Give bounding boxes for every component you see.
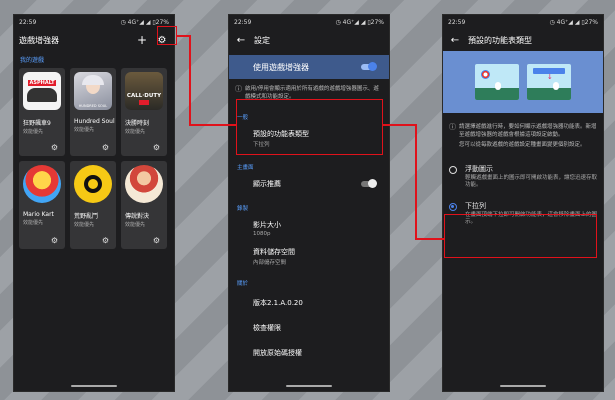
show-recommend-label: 顯示推薦 (253, 180, 281, 188)
connector-line (189, 35, 191, 125)
game-settings-gear-icon[interactable]: ⚙ (50, 236, 59, 245)
show-recommend-item[interactable]: 顯示推薦 (229, 174, 389, 194)
game-name: 狂野飆車9 (23, 120, 51, 127)
nav-gesture-bar[interactable] (286, 385, 332, 387)
game-mode: 效能優先 (74, 222, 95, 228)
brawl-stars-logo (74, 165, 112, 203)
highlight-general-section (236, 99, 383, 155)
hundred-soul-logo: HUNDRED SOUL (74, 72, 112, 110)
asphalt-logo-text: ASPHALT (27, 80, 57, 86)
status-bar: 22:59 ◷ 4G⁺◢ ◢ ▯27% (14, 15, 174, 29)
games-grid: ASPHALT 狂野飆車9 效能優先 ⚙ HUNDRED SOUL Hundre… (14, 68, 174, 249)
phone-settings: 22:59 ◷ 4G⁺◢ ◢ ▯27% ← 設定 使用遊戲增強器 ⓘ 啟用/停用會… (228, 14, 390, 392)
status-time: 22:59 (19, 18, 37, 26)
connector-line (189, 124, 237, 126)
app-header: 遊戲增強器 + ⚙ (14, 29, 174, 51)
game-settings-gear-icon[interactable]: ⚙ (152, 236, 161, 245)
game-name: 荒野亂鬥 (74, 213, 99, 220)
version-item[interactable]: 版本2.1.A.0.20 (229, 290, 389, 318)
drop-down-bar-radio[interactable] (449, 203, 457, 211)
storage-label: 資料儲存空間 (253, 248, 295, 256)
nav-gesture-bar[interactable] (500, 385, 546, 387)
add-icon[interactable]: + (135, 33, 149, 47)
connector-line (176, 35, 190, 37)
floating-icon-radio[interactable] (449, 166, 457, 174)
game-card-arena-of-valor[interactable]: 傳說對決 效能優先 ⚙ (121, 161, 167, 249)
video-size-label: 影片大小 (253, 221, 281, 229)
page-title: 遊戲增強器 (19, 35, 59, 45)
enhancer-switch[interactable] (361, 62, 377, 71)
game-mode: 效能優先 (23, 220, 44, 226)
call-of-duty-logo-text: CALL·DUTY (126, 93, 162, 99)
enhancer-toggle-row[interactable]: 使用遊戲增強器 (229, 55, 389, 79)
page-title: 預設的功能表類型 (468, 35, 532, 45)
game-mode: 效能優先 (74, 127, 95, 133)
game-settings-gear-icon[interactable]: ⚙ (152, 143, 161, 152)
category-record: 錄製 (237, 206, 249, 212)
category-about: 關於 (237, 281, 249, 287)
drop-down-bar-illustration: ↓ (527, 64, 571, 100)
game-card-hundred-soul[interactable]: HUNDRED SOUL Hundred Soul 效能優先 ⚙ (70, 68, 116, 156)
status-time: 22:59 (234, 18, 252, 26)
enhancer-toggle-label: 使用遊戲增強器 (253, 62, 309, 72)
info-icon: ⓘ (449, 123, 456, 131)
nav-gesture-bar[interactable] (71, 385, 117, 387)
connector-line (415, 238, 445, 240)
status-icons: ◷ 4G⁺◢ ◢ ▯27% (335, 18, 384, 26)
floating-icon-label: 浮動圖示 (465, 165, 493, 173)
game-name: Hundred Soul (74, 118, 115, 125)
game-settings-gear-icon[interactable]: ⚙ (50, 143, 59, 152)
info-block: ⓘ 請選擇遊戲進行時，要如何顯示遊戲增強器功能表。新增至遊戲增強器的遊戲會根據這… (443, 113, 603, 155)
option-floating-icon[interactable]: 浮動圖示 輕觸遊戲畫面上的圖示即可開啟功能表，讓您迅速存取功能。 (443, 159, 603, 194)
open-source-license-item[interactable]: 開放原始碼授權 (229, 343, 389, 363)
app-header: ← 設定 (229, 29, 389, 51)
back-arrow-icon[interactable]: ← (448, 33, 462, 47)
drop-down-bar-label: 下拉列 (465, 202, 486, 210)
asphalt-logo: ASPHALT (23, 72, 61, 110)
game-settings-gear-icon[interactable]: ⚙ (101, 143, 110, 152)
menu-type-illustration: ↓ (443, 51, 603, 113)
game-card-call-of-duty[interactable]: CALL·DUTY 決勝時刻 效能優先 ⚙ (121, 68, 167, 156)
check-permissions-item[interactable]: 檢查權限 (229, 318, 389, 343)
back-arrow-icon[interactable]: ← (234, 33, 248, 47)
floating-icon-desc: 輕觸遊戲畫面上的圖示即可開啟功能表，讓您迅速存取功能。 (465, 175, 598, 188)
game-card-brawl-stars[interactable]: 荒野亂鬥 效能優先 ⚙ (70, 161, 116, 249)
highlight-drop-down-option (444, 214, 597, 258)
video-size-value: 1080p (253, 231, 271, 237)
game-mode: 效能優先 (125, 222, 146, 228)
category-home: 主畫面 (237, 165, 254, 171)
app-header: ← 預設的功能表類型 (443, 29, 603, 51)
phone-game-enhancer: 22:59 ◷ 4G⁺◢ ◢ ▯27% 遊戲增強器 + ⚙ 我的遊戲 ASPHAL… (13, 14, 175, 392)
mario-kart-logo (23, 165, 61, 203)
floating-icon-illustration (475, 64, 519, 100)
game-card-asphalt[interactable]: ASPHALT 狂野飆車9 效能優先 ⚙ (19, 68, 65, 156)
game-name: 決勝時刻 (125, 120, 150, 127)
game-mode: 效能優先 (23, 129, 44, 135)
call-of-duty-logo: CALL·DUTY (125, 72, 163, 110)
arena-of-valor-logo (125, 165, 163, 203)
game-name: Mario Kart (23, 211, 54, 218)
info-text-2: 您可以從每款遊戲的遊戲設定種畫面變更個別設定。 (459, 142, 586, 148)
section-my-games: 我的遊戲 (20, 57, 45, 64)
connector-line (415, 124, 417, 239)
hundred-soul-logo-text: HUNDRED SOUL (78, 104, 108, 108)
game-settings-gear-icon[interactable]: ⚙ (101, 236, 110, 245)
connector-line (382, 124, 416, 126)
status-bar: 22:59 ◷ 4G⁺◢ ◢ ▯27% (443, 15, 603, 29)
storage-item[interactable]: 資料儲存空間 內部儲存空間 (229, 242, 389, 271)
storage-value: 內部儲存空間 (253, 260, 287, 266)
phone-default-menu-type: 22:59 ◷ 4G⁺◢ ◢ ▯27% ← 預設的功能表類型 ↓ ⓘ 請選擇遊戲進… (442, 14, 604, 392)
status-bar: 22:59 ◷ 4G⁺◢ ◢ ▯27% (229, 15, 389, 29)
info-text-1: 請選擇遊戲進行時，要如何顯示遊戲增強器功能表。新增至遊戲增強器的遊戲會根據這項設… (459, 124, 597, 138)
game-mode: 效能優先 (125, 129, 146, 135)
highlight-settings-gear (157, 26, 177, 45)
status-icons: ◷ 4G⁺◢ ◢ ▯27% (549, 18, 598, 26)
video-size-item[interactable]: 影片大小 1080p (229, 215, 389, 242)
status-time: 22:59 (448, 18, 466, 26)
show-recommend-switch[interactable] (361, 179, 377, 188)
game-card-mario-kart[interactable]: Mario Kart 效能優先 ⚙ (19, 161, 65, 249)
game-name: 傳說對決 (125, 213, 150, 220)
status-icons: ◷ 4G⁺◢ ◢ ▯27% (120, 18, 169, 26)
page-title: 設定 (254, 35, 270, 45)
